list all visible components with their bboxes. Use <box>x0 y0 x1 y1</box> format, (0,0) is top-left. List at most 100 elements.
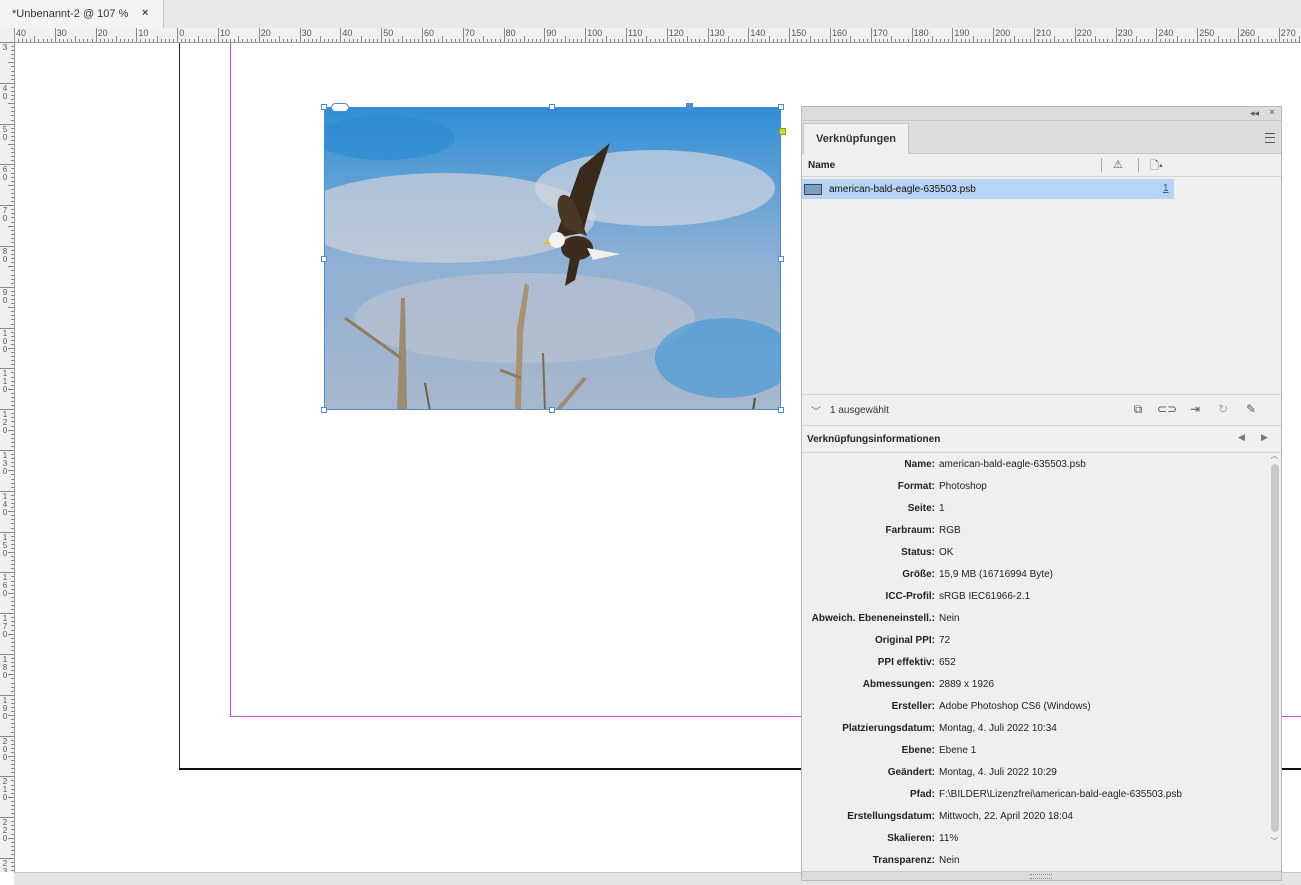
column-divider <box>1101 158 1102 172</box>
tab-links[interactable]: Verknüpfungen <box>803 123 909 154</box>
next-link-icon[interactable]: ▶ <box>1261 432 1268 443</box>
vertical-ruler[interactable]: 3 4 0 5 0 6 0 7 0 8 0 9 0 1 0 0 1 1 0 1 2 0 1 3 0 1… <box>0 28 15 872</box>
ruler-tick <box>0 654 14 655</box>
ruler-tick <box>1123 39 1125 42</box>
update-link-icon[interactable]: ↻ <box>1214 401 1232 417</box>
ruler-tick <box>1193 39 1195 42</box>
ruler-tick <box>825 39 827 42</box>
chevron-down-icon[interactable]: ﹀ <box>811 403 821 418</box>
content-grabber-handle[interactable] <box>686 103 693 110</box>
resize-handle-top-center[interactable] <box>549 104 555 110</box>
ruler-tick <box>434 39 436 42</box>
ruler-tick <box>8 184 14 186</box>
relink-icon[interactable]: ⇥ <box>1186 401 1204 417</box>
ruler-tick <box>654 39 656 42</box>
ruler-tick <box>11 331 14 333</box>
ruler-tick <box>1021 39 1023 42</box>
placed-image-frame[interactable] <box>324 107 781 410</box>
page-sort-icon[interactable]: 🗋▴ <box>1150 157 1163 176</box>
previous-link-icon[interactable]: ◀ <box>1238 432 1245 443</box>
relink-from-cc-icon[interactable]: ⧉ <box>1129 401 1147 417</box>
ruler-tick <box>1025 39 1027 42</box>
ruler-tick <box>11 862 14 864</box>
ruler-tick <box>385 39 387 42</box>
scroll-up-icon[interactable]: ︿ <box>1269 450 1280 461</box>
ruler-left-label: 1 6 0 <box>2 573 8 599</box>
ruler-top-label: 50 <box>383 28 394 38</box>
info-row: Status: OK <box>802 541 1265 563</box>
ruler-tick <box>728 36 729 42</box>
ruler-tick <box>1066 39 1068 42</box>
ruler-tick <box>11 192 14 194</box>
ruler-tick <box>1160 39 1162 42</box>
ruler-tick <box>11 135 14 137</box>
resize-handle-middle-right[interactable] <box>778 256 784 262</box>
resize-handle-top-right[interactable] <box>778 104 784 110</box>
ruler-tick <box>169 39 171 42</box>
info-row: Abweich. Ebeneneinstell.: Nein <box>802 607 1265 629</box>
link-badge-icon[interactable] <box>331 103 349 112</box>
resize-handle-bottom-left[interactable] <box>321 407 327 413</box>
page-edge-left <box>179 43 180 769</box>
resize-grip-icon[interactable] <box>1030 874 1052 879</box>
ruler-tick <box>348 39 350 42</box>
ruler-tick <box>11 560 14 562</box>
resize-handle-bottom-right[interactable] <box>778 407 784 413</box>
ruler-tick <box>1103 39 1105 42</box>
ruler-tick <box>483 36 485 42</box>
info-label: Skalieren: <box>887 832 935 844</box>
ruler-tick <box>246 39 248 42</box>
margin-guide-left <box>230 43 231 717</box>
ruler-tick <box>54 28 56 42</box>
goto-link-icon[interactable]: ⊂⊃ <box>1157 401 1177 417</box>
ruler-left-label: 1 2 0 <box>2 410 8 436</box>
info-label: Abmessungen: <box>862 678 935 690</box>
info-vertical-scrollbar[interactable]: ︿ ﹀ <box>1269 450 1280 850</box>
ruler-tick <box>1042 39 1044 42</box>
ruler-tick <box>1148 39 1150 42</box>
ruler-tick <box>401 36 403 42</box>
ruler-tick <box>11 209 14 211</box>
resize-handle-top-left[interactable] <box>321 104 327 110</box>
info-label: Name: <box>904 458 935 470</box>
live-corner-handle[interactable] <box>779 128 786 135</box>
ruler-tick <box>699 39 701 42</box>
edit-original-icon[interactable]: ✎ <box>1242 401 1260 417</box>
ruler-tick <box>11 609 14 611</box>
horizontal-ruler[interactable]: 40 30 20 10 0 10 20 30 40 50 60 70 80 90 100 110 120 130 1… <box>14 28 1301 43</box>
ruler-left-label: 1 4 0 <box>2 491 8 517</box>
ruler-tick <box>801 39 803 42</box>
panel-resize-bar[interactable] <box>802 871 1281 880</box>
ruler-tick <box>11 739 14 741</box>
ruler-tick <box>1291 39 1293 42</box>
resize-handle-middle-left[interactable] <box>321 256 327 262</box>
ruler-tick <box>340 28 342 42</box>
info-value: Photoshop <box>939 480 987 492</box>
column-header-name[interactable]: Name <box>802 160 835 171</box>
list-item[interactable]: american-bald-eagle-635503.psb 1 <box>802 179 1174 199</box>
ruler-tick <box>11 241 14 243</box>
collapse-panel-icon[interactable]: ◂◂ <box>1250 107 1259 119</box>
link-page-number[interactable]: 1 <box>1163 183 1169 194</box>
ruler-tick <box>944 39 946 42</box>
ruler-tick <box>11 641 14 643</box>
panel-title-bar[interactable]: ◂◂ × <box>802 107 1281 121</box>
info-value: Mittwoch, 22. April 2020 18:04 <box>939 810 1073 822</box>
ruler-tick <box>11 662 14 664</box>
scroll-down-icon[interactable]: ﹀ <box>1269 836 1280 847</box>
resize-handle-bottom-center[interactable] <box>549 407 555 413</box>
ruler-tick <box>173 39 175 42</box>
warning-icon[interactable]: ⚠ <box>1113 158 1123 171</box>
ruler-tick <box>38 39 40 42</box>
ruler-tick <box>11 866 14 868</box>
scrollbar-thumb[interactable] <box>1271 464 1279 832</box>
close-icon[interactable]: × <box>142 7 148 19</box>
panel-menu-icon[interactable] <box>1265 133 1275 143</box>
ruler-tick <box>397 39 399 42</box>
close-panel-icon[interactable]: × <box>1269 107 1275 119</box>
ruler-tick <box>11 417 14 419</box>
ruler-tick <box>11 621 14 623</box>
ruler-tick <box>116 36 117 42</box>
document-tab[interactable]: *Unbenannt-2 @ 107 % × <box>0 0 164 28</box>
ruler-tick <box>299 28 301 42</box>
